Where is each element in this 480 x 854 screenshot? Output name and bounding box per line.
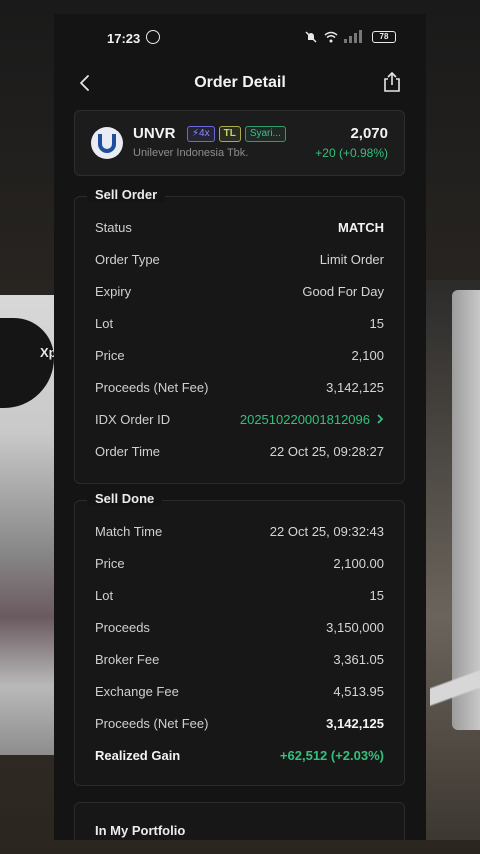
row-order-time: Order Time 22 Oct 25, 09:28:27	[95, 441, 384, 461]
row-value: 22 Oct 25, 09:32:43	[269, 523, 384, 539]
row-realized-gain: Realized Gain +62,512 (+2.03%)	[95, 745, 384, 765]
row-value: Good For Day	[302, 283, 384, 299]
stock-code: UNVR	[133, 125, 176, 142]
page-header: Order Detail	[54, 66, 426, 102]
row-label: Proceeds	[95, 619, 150, 635]
row-label: Expiry	[95, 283, 132, 299]
row-value: Limit Order	[319, 251, 384, 267]
lightning-icon: ⚡	[192, 128, 200, 139]
unilever-logo-icon	[91, 127, 123, 159]
stock-summary-card[interactable]: UNVR ⚡4x TL Syari... Unilever Indonesia …	[74, 110, 405, 176]
page-title: Order Detail	[194, 74, 286, 91]
row-label: Exchange Fee	[95, 683, 179, 699]
syariah-badge: Syari...	[244, 126, 286, 142]
row-price: Price 2,100	[95, 345, 384, 365]
row-label: Price	[95, 555, 125, 571]
whatsapp-notification-icon	[146, 30, 160, 44]
row-label: Proceeds (Net Fee)	[95, 715, 209, 731]
row-proceeds: Proceeds 3,150,000	[95, 617, 384, 637]
row-value: 3,142,125	[326, 715, 384, 731]
wifi-icon	[324, 31, 338, 43]
row-exchange-fee: Exchange Fee 4,513.95	[95, 681, 384, 701]
sell-done-title: Sell Done	[87, 491, 163, 506]
unilever-u-icon	[98, 134, 116, 153]
row-order-type: Order Type Limit Order	[95, 249, 384, 269]
sell-order-section: Sell Order Status MATCH Order Type Limit…	[74, 187, 405, 484]
row-value: 4,513.95	[333, 683, 384, 699]
row-label: Status	[95, 219, 132, 235]
row-label: Lot	[95, 315, 114, 331]
stock-change: +20 (+0.98%)	[315, 146, 388, 160]
row-value: 202510220001812096	[239, 411, 370, 427]
battery-icon: 78	[372, 31, 396, 43]
status-bar: 17:23 78	[54, 14, 426, 60]
row-price: Price 2,100.00	[95, 553, 384, 573]
stock-price: 2,070	[350, 125, 388, 142]
row-label: IDX Order ID	[95, 411, 171, 427]
row-lot: Lot 15	[95, 313, 384, 333]
signal-icon	[344, 30, 362, 43]
idx-order-id-link[interactable]: 202510220001812096	[240, 412, 384, 427]
sell-done-section: Sell Done Match Time 22 Oct 25, 09:32:43…	[74, 491, 405, 786]
row-value: 22 Oct 25, 09:28:27	[269, 443, 384, 459]
sell-order-title: Sell Order	[87, 187, 166, 202]
row-status: Status MATCH	[95, 217, 384, 237]
row-value: 3,142,125	[326, 379, 384, 395]
background-stand	[430, 600, 480, 800]
row-value: 15	[369, 315, 384, 331]
row-value: 3,150,000	[326, 619, 384, 635]
row-value: 3,361.05	[333, 651, 384, 667]
row-label: Order Time	[95, 443, 161, 459]
row-label: Lot	[95, 587, 114, 603]
portfolio-title: In My Portfolio	[95, 823, 186, 838]
row-idx-order-id[interactable]: IDX Order ID 202510220001812096	[95, 409, 384, 429]
row-value: 2,100	[351, 347, 384, 363]
mute-icon	[305, 31, 317, 43]
row-match-time: Match Time 22 Oct 25, 09:32:43	[95, 521, 384, 541]
row-label: Proceeds (Net Fee)	[95, 379, 209, 395]
stock-badges: ⚡4x TL Syari...	[187, 126, 286, 142]
row-proceeds-net-fee: Proceeds (Net Fee) 3,142,125	[95, 377, 384, 397]
status-time: 17:23	[107, 31, 141, 46]
portfolio-section[interactable]: In My Portfolio	[74, 802, 405, 840]
row-proceeds-net-fee: Proceeds (Net Fee) 3,142,125	[95, 713, 384, 733]
row-label: Realized Gain	[95, 747, 181, 763]
row-label: Price	[95, 347, 125, 363]
margin-badge: ⚡4x	[187, 126, 215, 142]
row-value: +62,512 (+2.03%)	[279, 747, 384, 763]
share-icon[interactable]	[382, 71, 402, 93]
row-value: 15	[369, 587, 384, 603]
chevron-right-icon	[377, 414, 384, 424]
row-value: MATCH	[338, 219, 384, 235]
tl-badge: TL	[218, 126, 241, 142]
margin-badge-label: 4x	[199, 128, 210, 139]
row-expiry: Expiry Good For Day	[95, 281, 384, 301]
row-label: Order Type	[95, 251, 160, 267]
phone-screen: 17:23 78 Order Detail UNVR ⚡4x TL Syari.…	[54, 14, 426, 840]
stock-name: Unilever Indonesia Tbk.	[133, 147, 249, 159]
row-label: Broker Fee	[95, 651, 160, 667]
status-icons: 78	[304, 30, 396, 44]
row-value: 2,100.00	[333, 555, 384, 571]
row-broker-fee: Broker Fee 3,361.05	[95, 649, 384, 669]
row-label: Match Time	[95, 523, 163, 539]
row-lot: Lot 15	[95, 585, 384, 605]
